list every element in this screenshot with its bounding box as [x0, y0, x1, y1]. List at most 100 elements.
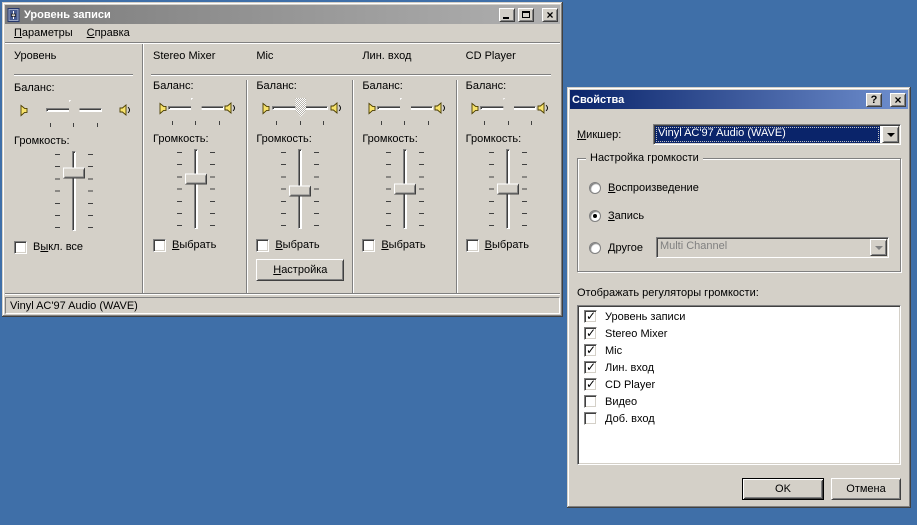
radio-other[interactable] — [589, 242, 601, 254]
checkbox-label[interactable]: Выбрать — [275, 239, 319, 251]
volume-controls-listbox[interactable]: Уровень записи Stereo Mixer Mic Лин. вхо… — [577, 305, 901, 465]
volume-slider[interactable] — [485, 149, 531, 229]
balance-slider[interactable] — [377, 97, 433, 119]
volume-ticks — [314, 152, 319, 226]
balance-slider-thumb[interactable] — [191, 98, 202, 117]
radio-label[interactable]: Запись — [608, 210, 644, 222]
volume-slider-thumb[interactable] — [497, 184, 519, 195]
checkbox-label[interactable]: Выбрать — [485, 239, 529, 251]
radio-row-playback[interactable]: Воспроизведение — [589, 181, 889, 195]
balance-slider[interactable] — [46, 99, 102, 121]
radio-playback[interactable] — [589, 182, 601, 194]
select-checkbox-row[interactable]: Выбрать — [256, 238, 344, 252]
mute-all-checkbox-row[interactable]: Выкл. все — [14, 240, 133, 254]
item-label[interactable]: Видео — [605, 396, 637, 408]
item-checkbox[interactable] — [584, 344, 597, 357]
channels-area: Уровень Баланс: — [5, 44, 560, 293]
close-button[interactable]: × — [542, 8, 558, 22]
balance-slider[interactable] — [480, 97, 536, 119]
list-item-recording-level[interactable]: Уровень записи — [579, 308, 899, 325]
channel-column-stereo-mixer: Stereo Mixer Баланс: — [144, 44, 247, 293]
list-item-video[interactable]: Видео — [579, 393, 899, 410]
maximize-button[interactable] — [518, 8, 534, 22]
advanced-button[interactable]: Настройка — [256, 259, 344, 281]
item-checkbox[interactable] — [584, 378, 597, 391]
balance-label: Баланс: — [256, 80, 344, 93]
other-combobox-value: Multi Channel — [657, 238, 869, 257]
balance-slider[interactable] — [272, 97, 328, 119]
list-item-stereo-mixer[interactable]: Stereo Mixer — [579, 325, 899, 342]
mute-all-checkbox[interactable] — [14, 241, 27, 254]
volume-slider-thumb[interactable] — [394, 184, 416, 195]
item-label[interactable]: Уровень записи — [605, 311, 685, 323]
item-label[interactable]: Доб. вход — [605, 413, 655, 425]
balance-slider-thumb[interactable] — [503, 98, 514, 117]
volume-control-icon[interactable] — [7, 8, 21, 22]
item-label[interactable]: Лин. вход — [605, 362, 654, 374]
volume-slider-thumb[interactable] — [289, 185, 311, 196]
menu-item-parameters[interactable]: Параметры — [7, 25, 80, 41]
list-item-cd-player[interactable]: CD Player — [579, 376, 899, 393]
speaker-quiet-icon — [466, 101, 480, 115]
select-checkbox-row[interactable]: Выбрать — [466, 238, 551, 252]
volume-slider-track[interactable] — [72, 151, 76, 231]
select-checkbox[interactable] — [153, 239, 166, 252]
volume-slider[interactable] — [382, 149, 428, 229]
other-combobox: Multi Channel — [656, 237, 889, 258]
status-text: Vinyl AC'97 Audio (WAVE) — [10, 300, 138, 312]
list-item-line-in[interactable]: Лин. вход — [579, 359, 899, 376]
list-item-mic[interactable]: Mic — [579, 342, 899, 359]
speaker-loud-icon — [330, 101, 344, 115]
volume-slider[interactable] — [51, 151, 97, 231]
mixer-combobox-arrow-button[interactable] — [882, 126, 899, 143]
volume-slider[interactable] — [277, 149, 323, 229]
checkbox-label[interactable]: Выбрать — [381, 239, 425, 251]
item-label[interactable]: Mic — [605, 345, 622, 357]
balance-label: Баланс: — [362, 80, 447, 93]
recording-level-window: Уровень записи × Параметры Справка Урове… — [2, 2, 563, 317]
minimize-button[interactable] — [499, 8, 515, 22]
radio-label[interactable]: Воспроизведение — [608, 182, 699, 194]
radio-row-other[interactable]: Другое Multi Channel — [589, 237, 889, 258]
volume-ticks — [88, 154, 93, 228]
list-item-aux-in[interactable]: Доб. вход — [579, 410, 899, 427]
speaker-loud-icon — [224, 101, 238, 115]
mixer-row: Микшер: Vinyl AC'97 Audio (WAVE) — [577, 124, 901, 145]
select-checkbox-row[interactable]: Выбрать — [362, 238, 447, 252]
select-checkbox-row[interactable]: Выбрать — [153, 238, 238, 252]
mixer-combobox-value[interactable]: Vinyl AC'97 Audio (WAVE) — [655, 126, 880, 143]
titlebar[interactable]: Свойства ? × — [570, 90, 908, 109]
radio-label[interactable]: Другое — [608, 242, 643, 254]
menu-item-help[interactable]: Справка — [80, 25, 137, 41]
balance-slider[interactable] — [168, 97, 224, 119]
balance-slider-thumb[interactable] — [295, 98, 306, 117]
checkbox-label[interactable]: Выбрать — [172, 239, 216, 251]
cancel-button[interactable]: Отмена — [831, 478, 901, 500]
item-label[interactable]: Stereo Mixer — [605, 328, 667, 340]
item-checkbox[interactable] — [584, 361, 597, 374]
close-button[interactable]: × — [890, 93, 906, 107]
ok-button[interactable]: OK — [742, 478, 824, 500]
radio-recording[interactable] — [589, 210, 601, 222]
select-checkbox[interactable] — [466, 239, 479, 252]
radio-row-recording[interactable]: Запись — [589, 209, 889, 223]
channel-title: Stereo Mixer — [153, 50, 238, 63]
item-checkbox[interactable] — [584, 327, 597, 340]
item-checkbox[interactable] — [584, 412, 597, 425]
mixer-combobox[interactable]: Vinyl AC'97 Audio (WAVE) — [653, 124, 901, 145]
select-checkbox[interactable] — [362, 239, 375, 252]
balance-slider-thumb[interactable] — [69, 100, 80, 119]
volume-slider[interactable] — [173, 149, 219, 229]
volume-slider-track[interactable] — [194, 149, 198, 229]
balance-ticks — [50, 123, 98, 127]
item-label[interactable]: CD Player — [605, 379, 655, 391]
volume-slider-thumb[interactable] — [185, 174, 207, 185]
help-button[interactable]: ? — [866, 93, 882, 107]
balance-slider-thumb[interactable] — [400, 98, 411, 117]
titlebar[interactable]: Уровень записи × — [5, 5, 560, 24]
item-checkbox[interactable] — [584, 310, 597, 323]
volume-slider-thumb[interactable] — [63, 168, 85, 179]
select-checkbox[interactable] — [256, 239, 269, 252]
checkbox-label[interactable]: Выкл. все — [33, 241, 83, 253]
item-checkbox[interactable] — [584, 395, 597, 408]
